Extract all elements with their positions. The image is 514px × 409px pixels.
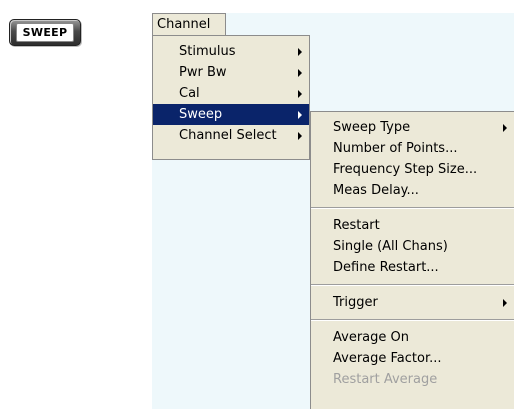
menu-separator	[311, 319, 514, 321]
menu-item-trigger[interactable]: Trigger	[311, 292, 514, 313]
menubar-channel-label: Channel	[157, 17, 211, 32]
submenu-arrow-icon	[503, 124, 507, 132]
menu-item-label: Trigger	[333, 295, 378, 310]
menu-item-label: Number of Points...	[333, 141, 458, 156]
sweep-submenu: Sweep Type Number of Points... Frequency…	[310, 111, 514, 409]
menu-item-label: Average Factor...	[333, 351, 442, 366]
menu-item-meas-delay[interactable]: Meas Delay...	[311, 180, 514, 201]
menu-item-frequency-step-size[interactable]: Frequency Step Size...	[311, 159, 514, 180]
menu-item-cal[interactable]: Cal	[153, 83, 309, 104]
menu-item-label: Cal	[179, 86, 200, 101]
menu-item-sweep-type[interactable]: Sweep Type	[311, 117, 514, 138]
menu-item-define-restart[interactable]: Define Restart...	[311, 257, 514, 278]
menu-item-pwr-bw[interactable]: Pwr Bw	[153, 62, 309, 83]
menu-item-label: Pwr Bw	[179, 65, 227, 80]
submenu-arrow-icon	[298, 69, 302, 77]
menu-item-number-of-points[interactable]: Number of Points...	[311, 138, 514, 159]
menu-item-stimulus[interactable]: Stimulus	[153, 41, 309, 62]
menu-item-label: Average On	[333, 330, 409, 345]
menu-item-channel-select[interactable]: Channel Select	[153, 125, 309, 146]
menu-item-label: Meas Delay...	[333, 183, 419, 198]
menu-item-label: Restart Average	[333, 372, 438, 387]
menu-item-label: Stimulus	[179, 44, 236, 59]
menu-separator	[311, 284, 514, 286]
menu-item-average-on[interactable]: Average On	[311, 327, 514, 348]
menu-item-label: Restart	[333, 218, 380, 233]
menu-item-average-factor[interactable]: Average Factor...	[311, 348, 514, 369]
sweep-hardkey-button[interactable]: SWEEP	[9, 19, 81, 46]
menu-item-label: Channel Select	[179, 128, 277, 143]
menubar-channel[interactable]: Channel	[152, 13, 226, 35]
submenu-arrow-icon	[298, 111, 302, 119]
menu-item-label: Sweep Type	[333, 120, 411, 135]
sweep-hardkey-label: SWEEP	[15, 23, 75, 42]
menu-item-restart[interactable]: Restart	[311, 215, 514, 236]
submenu-arrow-icon	[298, 90, 302, 98]
menu-item-label: Frequency Step Size...	[333, 162, 478, 177]
menu-item-single-all-chans[interactable]: Single (All Chans)	[311, 236, 514, 257]
menu-item-restart-average: Restart Average	[311, 369, 514, 390]
menu-item-sweep[interactable]: Sweep	[153, 104, 309, 125]
submenu-arrow-icon	[298, 132, 302, 140]
submenu-arrow-icon	[298, 48, 302, 56]
menu-item-label: Single (All Chans)	[333, 239, 448, 254]
submenu-arrow-icon	[503, 299, 507, 307]
menu-item-label: Sweep	[179, 107, 223, 122]
menu-separator	[311, 207, 514, 209]
channel-menu: Stimulus Pwr Bw Cal Sweep Channel Select	[152, 35, 310, 160]
menu-item-label: Define Restart...	[333, 260, 439, 275]
